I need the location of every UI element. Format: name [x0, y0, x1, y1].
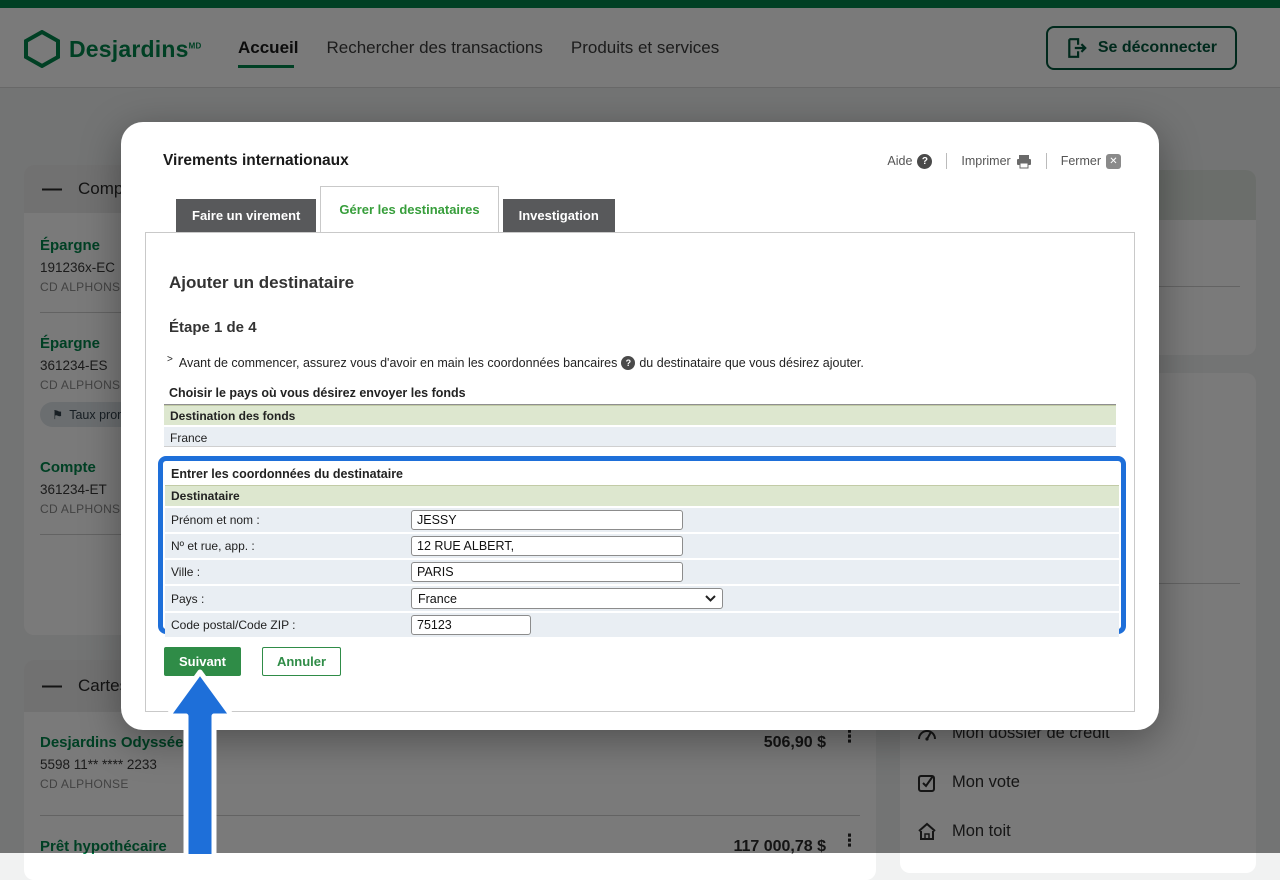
recipient-header: Destinataire	[165, 486, 1119, 508]
destination-table: Destination des fonds France	[164, 404, 1116, 447]
destination-table-header: Destination des fonds	[164, 405, 1116, 425]
step-indicator: Étape 1 de 4	[169, 319, 1134, 336]
tab-faire-un-virement[interactable]: Faire un virement	[176, 199, 316, 232]
close-label: Fermer	[1061, 154, 1101, 168]
street-field[interactable]	[411, 536, 683, 556]
virements-modal: Virements internationaux Aide ? Imprimer…	[121, 122, 1159, 730]
help-label: Aide	[887, 154, 912, 168]
close-icon: ✕	[1106, 154, 1121, 169]
close-link[interactable]: Fermer ✕	[1061, 154, 1121, 169]
field-label-zip: Code postal/Code ZIP :	[165, 612, 405, 637]
intro-text: > Avant de commencer, assurez vous d'avo…	[167, 356, 1134, 370]
name-field[interactable]	[411, 510, 683, 530]
help-link[interactable]: Aide ?	[887, 154, 932, 169]
tab-investigation[interactable]: Investigation	[503, 199, 615, 232]
help-icon: ?	[917, 154, 932, 169]
chevron-down-icon	[705, 595, 716, 602]
country-select[interactable]: France	[411, 588, 723, 609]
field-label-name: Prénom et nom :	[165, 507, 405, 533]
modal-title: Virements internationaux	[163, 152, 349, 170]
separator	[946, 153, 947, 169]
print-link[interactable]: Imprimer	[961, 154, 1031, 169]
intro-suffix: du destinataire que vous désirez ajouter…	[639, 356, 863, 370]
help-icon[interactable]: ?	[621, 356, 635, 370]
print-label: Imprimer	[961, 154, 1010, 168]
country-section-label: Choisir le pays où vous désirez envoyer …	[169, 386, 1134, 400]
panel-heading: Ajouter un destinataire	[169, 273, 1134, 293]
modal-tabs: Faire un virement Gérer les destinataire…	[176, 186, 619, 232]
zip-field[interactable]	[411, 615, 531, 635]
field-label-city: Ville :	[165, 559, 405, 585]
chevron-prefix: >	[167, 354, 173, 365]
destination-country-value: France	[164, 425, 1116, 447]
modal-toolbar: Aide ? Imprimer Fermer ✕	[887, 153, 1121, 169]
pointer-arrow	[160, 664, 240, 854]
country-select-value: France	[418, 592, 457, 606]
recipient-form: Destinataire Prénom et nom : Nº et rue, …	[165, 485, 1119, 637]
recipient-section-label: Entrer les coordonnées du destinataire	[171, 467, 1119, 481]
separator	[1046, 153, 1047, 169]
field-label-country: Pays :	[165, 585, 405, 612]
printer-icon	[1016, 154, 1032, 169]
tab-panel: Ajouter un destinataire Étape 1 de 4 > A…	[145, 232, 1135, 712]
intro-prefix: Avant de commencer, assurez vous d'avoir…	[179, 356, 618, 370]
cancel-button[interactable]: Annuler	[262, 647, 341, 676]
field-label-street: Nº et rue, app. :	[165, 533, 405, 559]
tab-gerer-les-destinataires[interactable]: Gérer les destinataires	[320, 186, 498, 232]
city-field[interactable]	[411, 562, 683, 582]
highlight-box: Entrer les coordonnées du destinataire D…	[158, 456, 1126, 634]
